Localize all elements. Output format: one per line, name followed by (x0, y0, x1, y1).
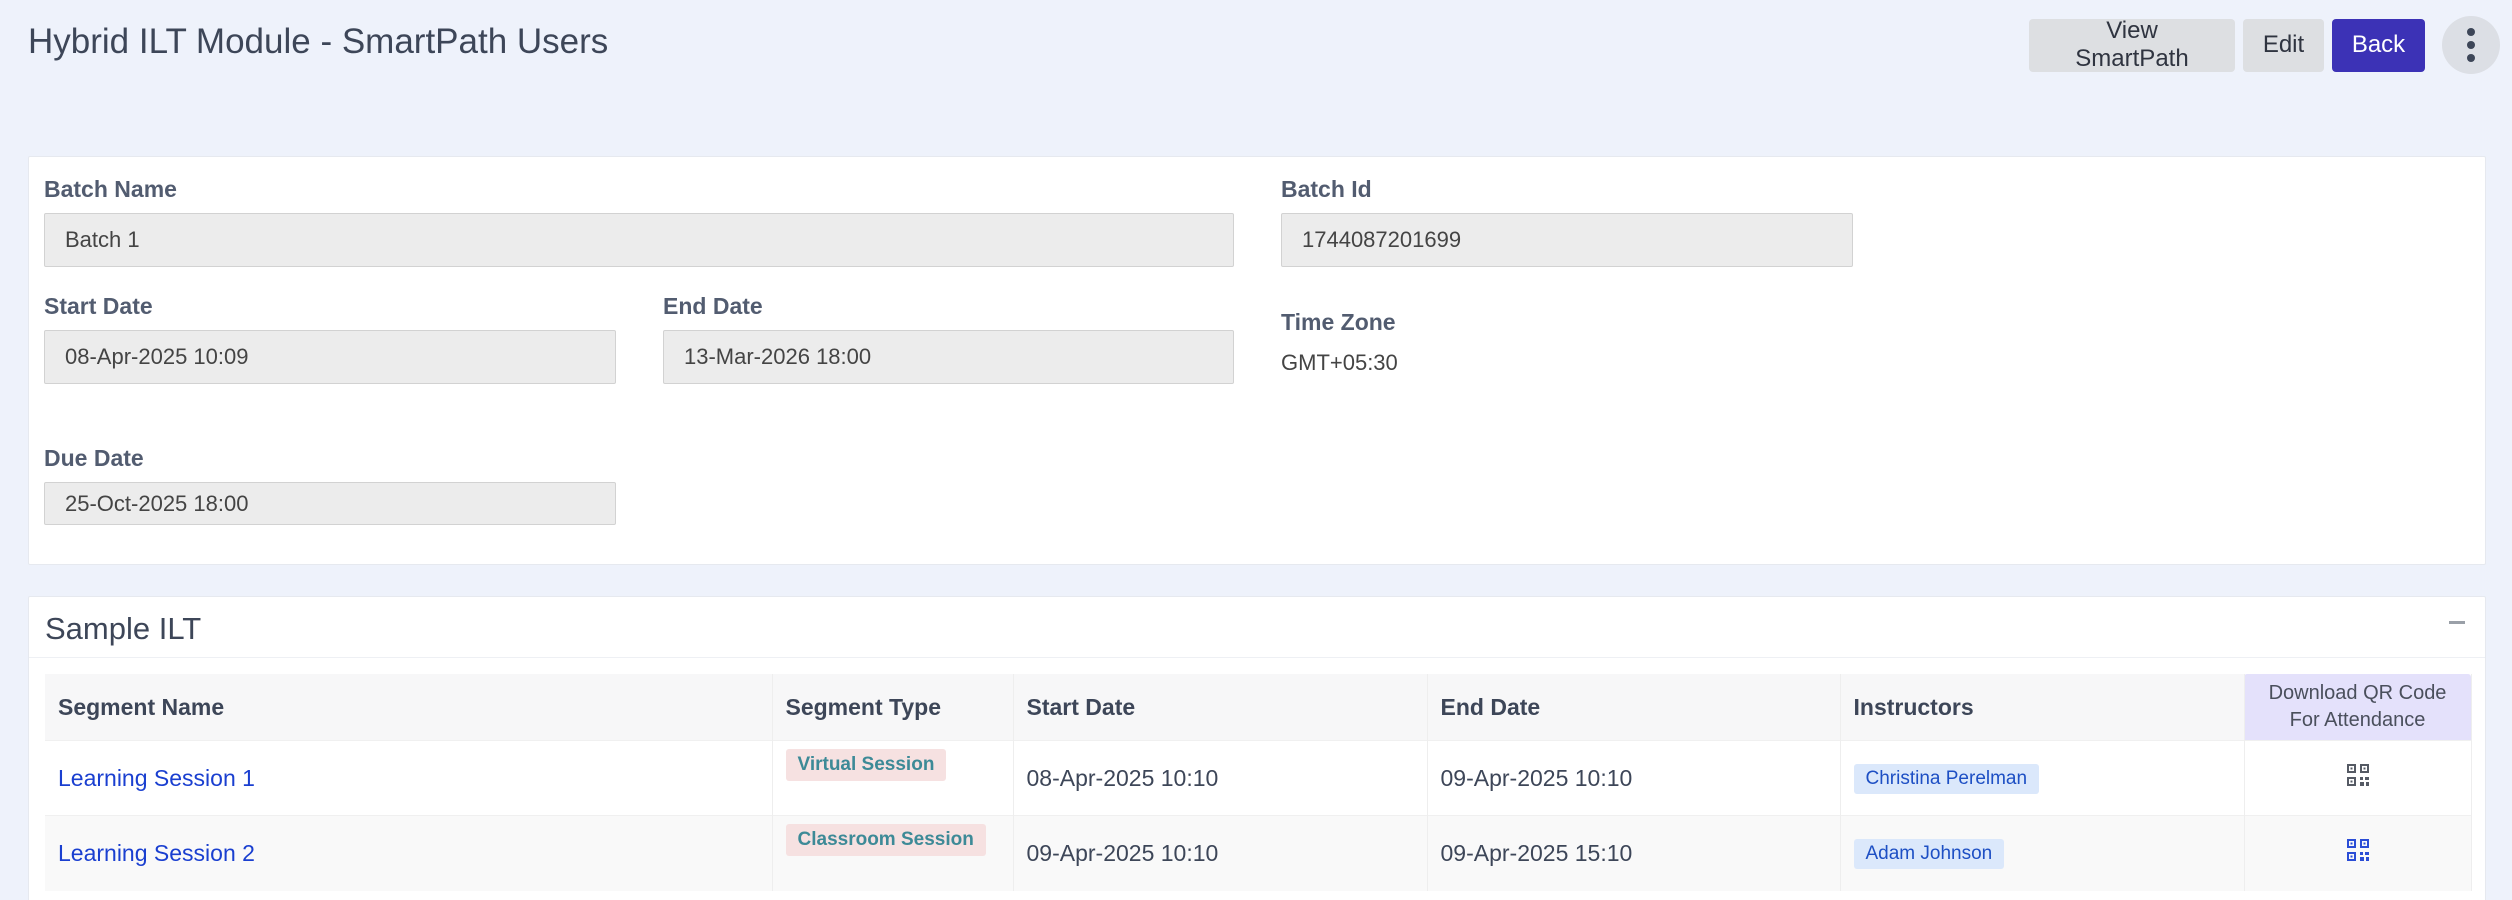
column-header-qr-download: Download QR Code For Attendance (2244, 674, 2472, 741)
view-smartpath-button[interactable]: View SmartPath (2029, 17, 2235, 72)
table-row: Learning Session 1 Virtual Session 08-Ap… (45, 740, 2472, 816)
table-header-row: Segment Name Segment Type Start Date End… (45, 674, 2472, 741)
segment-start-date: 09-Apr-2025 10:10 (1013, 815, 1428, 891)
instructor-badge: Adam Johnson (1853, 838, 2005, 869)
batch-name-field[interactable]: Batch 1 (44, 213, 1234, 267)
instructor-badge: Christina Perelman (1853, 763, 2040, 794)
column-header-end-date[interactable]: End Date (1427, 674, 1841, 741)
segment-type-badge: Classroom Session (785, 824, 986, 856)
end-date-field[interactable]: 13-Mar-2026 18:00 (663, 330, 1234, 384)
batch-details-card: Batch Name Batch 1 Batch Id 174408720169… (28, 156, 2486, 565)
start-date-label: Start Date (44, 293, 153, 319)
qr-code-icon[interactable] (2346, 838, 2370, 862)
header-actions: View SmartPath Edit Back (2029, 16, 2500, 74)
column-header-start-date[interactable]: Start Date (1013, 674, 1428, 741)
column-header-instructors[interactable]: Instructors (1840, 674, 2245, 741)
due-date-label: Due Date (44, 445, 144, 471)
back-button[interactable]: Back (2332, 18, 2425, 72)
start-date-field[interactable]: 08-Apr-2025 10:09 (44, 330, 616, 384)
column-header-segment-type[interactable]: Segment Type (772, 674, 1014, 741)
segments-table: Segment Name Segment Type Start Date End… (45, 674, 2472, 891)
minus-icon[interactable] (2449, 621, 2465, 624)
more-options-icon[interactable] (2442, 16, 2500, 74)
batch-name-label: Batch Name (44, 176, 177, 202)
time-zone-value: GMT+05:30 (1281, 350, 1398, 375)
segment-end-date: 09-Apr-2025 15:10 (1427, 815, 1841, 891)
end-date-label: End Date (663, 293, 763, 319)
ilt-title: Sample ILT (45, 611, 202, 646)
segment-name-link[interactable]: Learning Session 1 (58, 765, 255, 791)
page-title: Hybrid ILT Module - SmartPath Users (28, 22, 609, 61)
time-zone-label: Time Zone (1281, 309, 1396, 335)
table-row: Learning Session 2 Classroom Session 09-… (45, 815, 2472, 891)
segment-start-date: 08-Apr-2025 10:10 (1013, 740, 1428, 816)
column-header-segment-name[interactable]: Segment Name (45, 674, 773, 741)
segment-end-date: 09-Apr-2025 10:10 (1427, 740, 1841, 816)
batch-id-label: Batch Id (1281, 176, 1372, 202)
divider (29, 657, 2485, 658)
batch-id-field[interactable]: 1744087201699 (1281, 213, 1853, 267)
segment-name-link[interactable]: Learning Session 2 (58, 840, 255, 866)
due-date-field[interactable]: 25-Oct-2025 18:00 (44, 482, 616, 525)
segment-type-badge: Virtual Session (785, 749, 947, 781)
qr-code-icon[interactable] (2346, 763, 2370, 787)
edit-button[interactable]: Edit (2243, 18, 2324, 72)
ilt-card: Sample ILT Segment Name Segment Type Sta… (28, 596, 2486, 900)
